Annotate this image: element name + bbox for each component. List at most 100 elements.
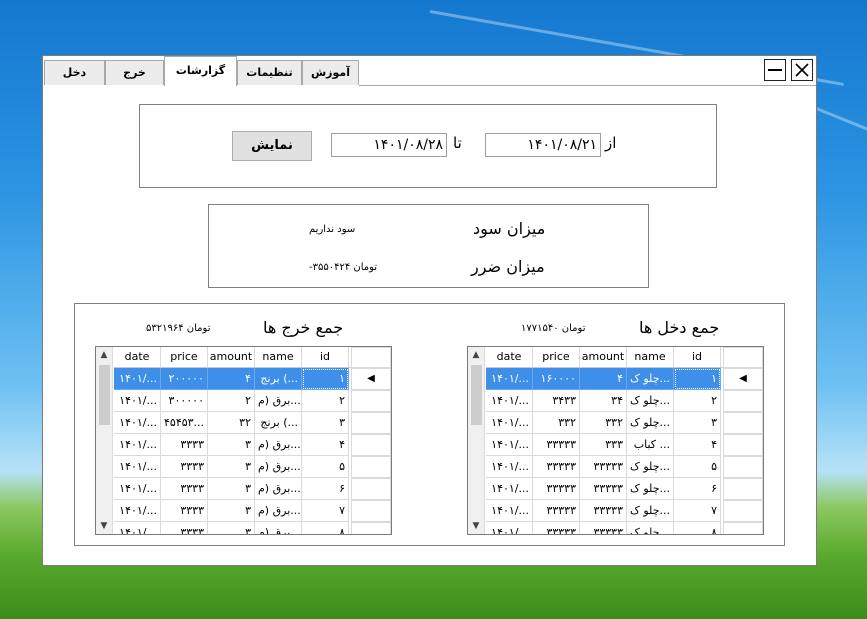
row-header[interactable] xyxy=(723,478,763,500)
show-button[interactable]: نمایش xyxy=(232,131,312,161)
row-header[interactable] xyxy=(351,412,391,434)
row-header[interactable] xyxy=(723,434,763,456)
close-button[interactable] xyxy=(791,59,813,81)
cell-amount[interactable]: ۳۳۳۳۳ xyxy=(580,478,627,500)
vertical-scrollbar[interactable]: ▲ ▼ xyxy=(468,347,485,534)
column-header-id[interactable]: id xyxy=(674,347,721,367)
tab-reports[interactable]: گزارشات xyxy=(164,56,237,86)
cell-amount[interactable]: ۳ xyxy=(208,434,255,456)
table-row[interactable]: ۱۴۰۱/... ۳۳۳۳ ۳ برق (م... ۸ xyxy=(114,522,349,534)
cell-id[interactable]: ۳ xyxy=(674,412,721,434)
cell-date[interactable]: ۱۴۰۱/... xyxy=(114,434,161,456)
table-row[interactable]: ۱۴۰۱/... ۳۳۳۳ ۳ برق (م... ۵ xyxy=(114,456,349,478)
cell-amount[interactable]: ۳۳۳۳۳ xyxy=(580,522,627,534)
cell-amount[interactable]: ۲ xyxy=(208,390,255,412)
cell-name[interactable]: برق (م... xyxy=(255,522,302,534)
row-header[interactable]: ◀ xyxy=(351,368,391,390)
cell-name[interactable]: برق (م... xyxy=(255,390,302,412)
cell-name[interactable]: برق (م... xyxy=(255,434,302,456)
cell-id[interactable]: ۱ xyxy=(302,368,349,390)
column-header-name[interactable]: name xyxy=(627,347,674,367)
cell-name[interactable]: چلو ک... xyxy=(627,390,674,412)
cell-date[interactable]: ۱۴۰۱/... xyxy=(486,434,533,456)
table-row[interactable]: ۱۴۰۱/... ۳۳۳۳ ۳ برق (م... ۷ xyxy=(114,500,349,522)
cell-name[interactable]: برق (م... xyxy=(255,456,302,478)
column-header-date[interactable]: date xyxy=(486,347,533,367)
cell-date[interactable]: ۱۴۰۱/... xyxy=(486,456,533,478)
table-row[interactable]: ۱۴۰۱/... ۳۳۳۳۳ ۳۳۳۳۳ چلو ک... ۸ xyxy=(486,522,721,534)
cell-date[interactable]: ۱۴۰۱/... xyxy=(114,368,161,390)
cell-name[interactable]: چلو ک... xyxy=(627,456,674,478)
table-row[interactable]: ۱۴۰۱/... ۳۳۳۳ ۳ برق (م... ۴ xyxy=(114,434,349,456)
from-date-input[interactable]: ۱۴۰۱/۰۸/۲۱ xyxy=(485,133,601,157)
cell-price[interactable]: ۴۵۴۵۳... xyxy=(161,412,208,434)
cell-name[interactable]: برق (م... xyxy=(255,478,302,500)
table-row[interactable]: ۱۴۰۱/... ۴۵۴۵۳... ۳۲ برنج (... ۳ xyxy=(114,412,349,434)
scroll-thumb[interactable] xyxy=(471,365,482,425)
row-header[interactable] xyxy=(723,456,763,478)
cell-id[interactable]: ۷ xyxy=(302,500,349,522)
table-row[interactable]: ۱۴۰۱/... ۳۳۳۳۳ ۳۳۳۳۳ چلو ک... ۶ xyxy=(486,478,721,500)
tab-income[interactable]: دخل xyxy=(44,60,105,85)
row-header[interactable] xyxy=(351,434,391,456)
cell-price[interactable]: ۳۳۳۳۳ xyxy=(533,500,580,522)
cell-price[interactable]: ۳۳۳۳ xyxy=(161,500,208,522)
cell-date[interactable]: ۱۴۰۱/... xyxy=(114,412,161,434)
cell-id[interactable]: ۴ xyxy=(302,434,349,456)
row-header[interactable] xyxy=(723,412,763,434)
cell-price[interactable]: ۳۳۳۳ xyxy=(161,522,208,534)
cell-id[interactable]: ۱ xyxy=(674,368,721,390)
table-row[interactable]: ۱۴۰۱/... ۳۳۳۳۳ ۳۳۳۳۳ چلو ک... ۷ xyxy=(486,500,721,522)
scroll-up-icon[interactable]: ▲ xyxy=(468,348,484,362)
row-header[interactable] xyxy=(351,478,391,500)
cell-amount[interactable]: ۳۳۲ xyxy=(580,412,627,434)
column-header-date[interactable]: date xyxy=(114,347,161,367)
cell-name[interactable]: کباب ... xyxy=(627,434,674,456)
cell-amount[interactable]: ۳۳۳ xyxy=(580,434,627,456)
scroll-down-icon[interactable]: ▼ xyxy=(96,519,112,533)
cell-date[interactable]: ۱۴۰۱/... xyxy=(486,390,533,412)
cell-date[interactable]: ۱۴۰۱/... xyxy=(114,390,161,412)
cell-name[interactable]: برق (م... xyxy=(255,500,302,522)
minimize-button[interactable] xyxy=(764,59,786,81)
cell-date[interactable]: ۱۴۰۱/... xyxy=(114,522,161,534)
row-header[interactable] xyxy=(351,522,391,534)
expense-grid[interactable]: ▲ ▼ date price amount name id ۱۴۰۱/... ۲۰۰۰۰۰ ۴ بر… xyxy=(95,346,392,535)
table-row[interactable]: ۱۴۰۱/... ۳۳۳۳ ۳ برق (م... ۶ xyxy=(114,478,349,500)
cell-name[interactable]: چلو ک... xyxy=(627,500,674,522)
cell-price[interactable]: ۳۳۳۳۳ xyxy=(533,478,580,500)
column-header-price[interactable]: price xyxy=(161,347,208,367)
row-header[interactable] xyxy=(351,390,391,412)
scroll-thumb[interactable] xyxy=(99,365,110,425)
cell-id[interactable]: ۸ xyxy=(302,522,349,534)
cell-date[interactable]: ۱۴۰۱/... xyxy=(486,478,533,500)
cell-id[interactable]: ۶ xyxy=(674,478,721,500)
table-row[interactable]: ۱۴۰۱/... ۳۳۳۳۳ ۳۳۳ کباب ... ۴ xyxy=(486,434,721,456)
cell-id[interactable]: ۲ xyxy=(302,390,349,412)
cell-id[interactable]: ۲ xyxy=(674,390,721,412)
row-header[interactable] xyxy=(723,500,763,522)
cell-name[interactable]: برنج (... xyxy=(255,368,302,390)
cell-id[interactable]: ۷ xyxy=(674,500,721,522)
column-header-amount[interactable]: amount xyxy=(580,347,627,367)
column-header-id[interactable]: id xyxy=(302,347,349,367)
cell-amount[interactable]: ۳ xyxy=(208,456,255,478)
to-date-input[interactable]: ۱۴۰۱/۰۸/۲۸ xyxy=(331,133,447,157)
cell-name[interactable]: چلو ک... xyxy=(627,412,674,434)
tab-settings[interactable]: تنظیمات xyxy=(237,60,302,85)
row-header[interactable]: ◀ xyxy=(723,368,763,390)
cell-date[interactable]: ۱۴۰۱/... xyxy=(486,412,533,434)
cell-price[interactable]: ۳۳۲ xyxy=(533,412,580,434)
cell-amount[interactable]: ۳۳۳۳۳ xyxy=(580,456,627,478)
table-row[interactable]: ۱۴۰۱/... ۳۴۳۳ ۳۴ چلو ک... ۲ xyxy=(486,390,721,412)
cell-price[interactable]: ۳۰۰۰۰۰ xyxy=(161,390,208,412)
cell-amount[interactable]: ۳ xyxy=(208,478,255,500)
cell-amount[interactable]: ۳ xyxy=(208,522,255,534)
cell-date[interactable]: ۱۴۰۱/... xyxy=(114,478,161,500)
row-header[interactable] xyxy=(723,390,763,412)
cell-id[interactable]: ۳ xyxy=(302,412,349,434)
cell-name[interactable]: چلو ک... xyxy=(627,368,674,390)
cell-price[interactable]: ۳۳۳۳۳ xyxy=(533,434,580,456)
cell-price[interactable]: ۳۴۳۳ xyxy=(533,390,580,412)
cell-id[interactable]: ۸ xyxy=(674,522,721,534)
